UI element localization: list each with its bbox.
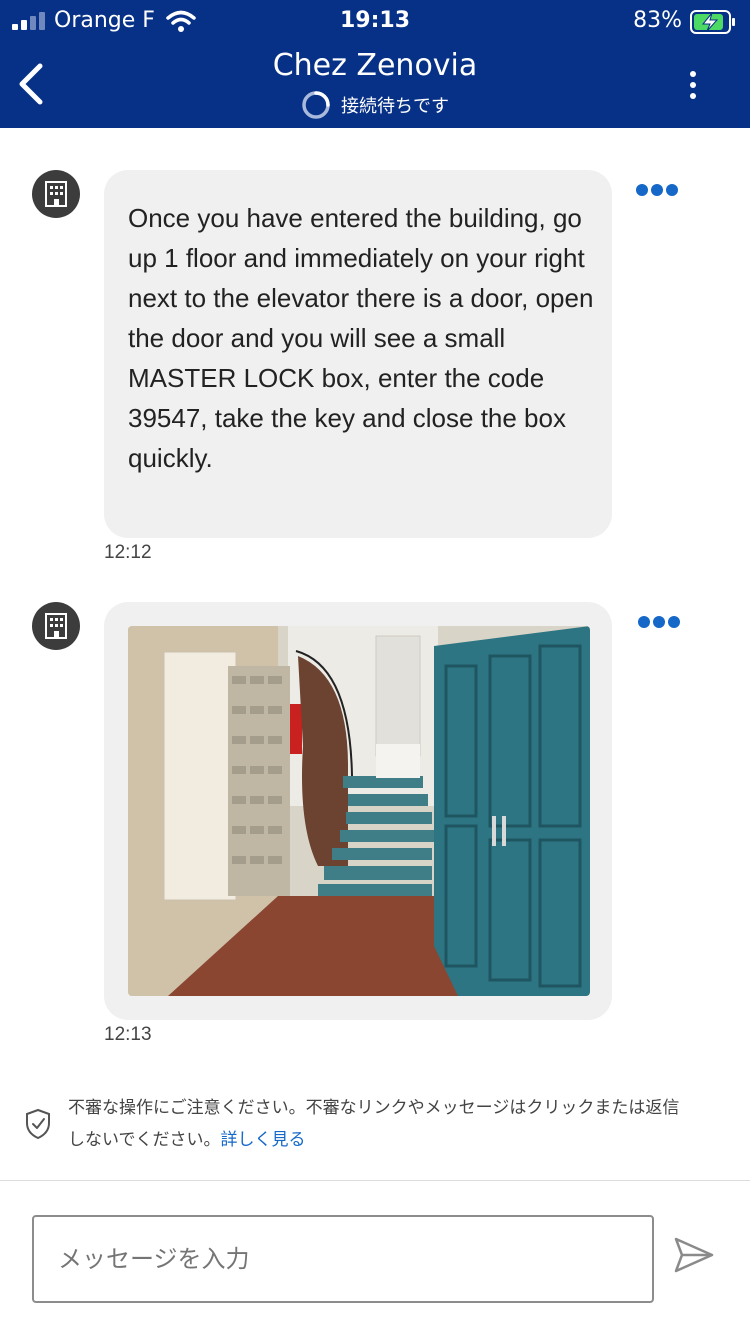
connection-status-text: 接続待ちです: [341, 96, 449, 117]
sender-avatar: [32, 602, 80, 650]
learn-more-link[interactable]: 詳しく見る: [221, 1130, 306, 1150]
message-text: Once you have entered the building, go u…: [128, 203, 594, 473]
security-warning: 不審な操作にご注意ください。不審なリンクやメッセージはクリックまたは返信しないで…: [24, 1092, 714, 1162]
app-header: Orange F 19:13 83% Chez Zenovia 接続待ちです: [0, 0, 750, 128]
sender-avatar: [32, 170, 80, 218]
building-icon: [45, 613, 67, 639]
hallway-photo[interactable]: [128, 626, 590, 996]
shield-check-icon: [26, 1108, 50, 1140]
battery-percentage: 83%: [633, 8, 682, 33]
message-options-icon[interactable]: [636, 184, 678, 196]
message-composer: [0, 1180, 750, 1334]
building-icon: [45, 181, 67, 207]
status-bar: Orange F 19:13 83%: [0, 8, 750, 36]
conversation-title: Chez Zenovia: [272, 48, 478, 83]
message-options-icon[interactable]: [638, 616, 680, 628]
message-timestamp: 12:12: [104, 542, 152, 563]
message-bubble[interactable]: Once you have entered the building, go u…: [104, 170, 612, 538]
battery-charging-icon: [690, 10, 735, 34]
send-icon[interactable]: [672, 1233, 716, 1277]
warning-message: 不審な操作にご注意ください。不審なリンクやメッセージはクリックまたは返信しないで…: [68, 1098, 680, 1150]
loading-spinner-icon: [302, 91, 330, 119]
image-message-bubble[interactable]: [104, 602, 612, 1020]
warning-text: 不審な操作にご注意ください。不審なリンクやメッセージはクリックまたは返信しないで…: [68, 1092, 688, 1156]
message-input[interactable]: [32, 1215, 654, 1303]
message-timestamp: 12:13: [104, 1024, 152, 1045]
more-vertical-icon[interactable]: [686, 70, 700, 100]
connection-status: 接続待ちです: [0, 90, 750, 120]
message-feed[interactable]: Once you have entered the building, go u…: [0, 128, 750, 1180]
